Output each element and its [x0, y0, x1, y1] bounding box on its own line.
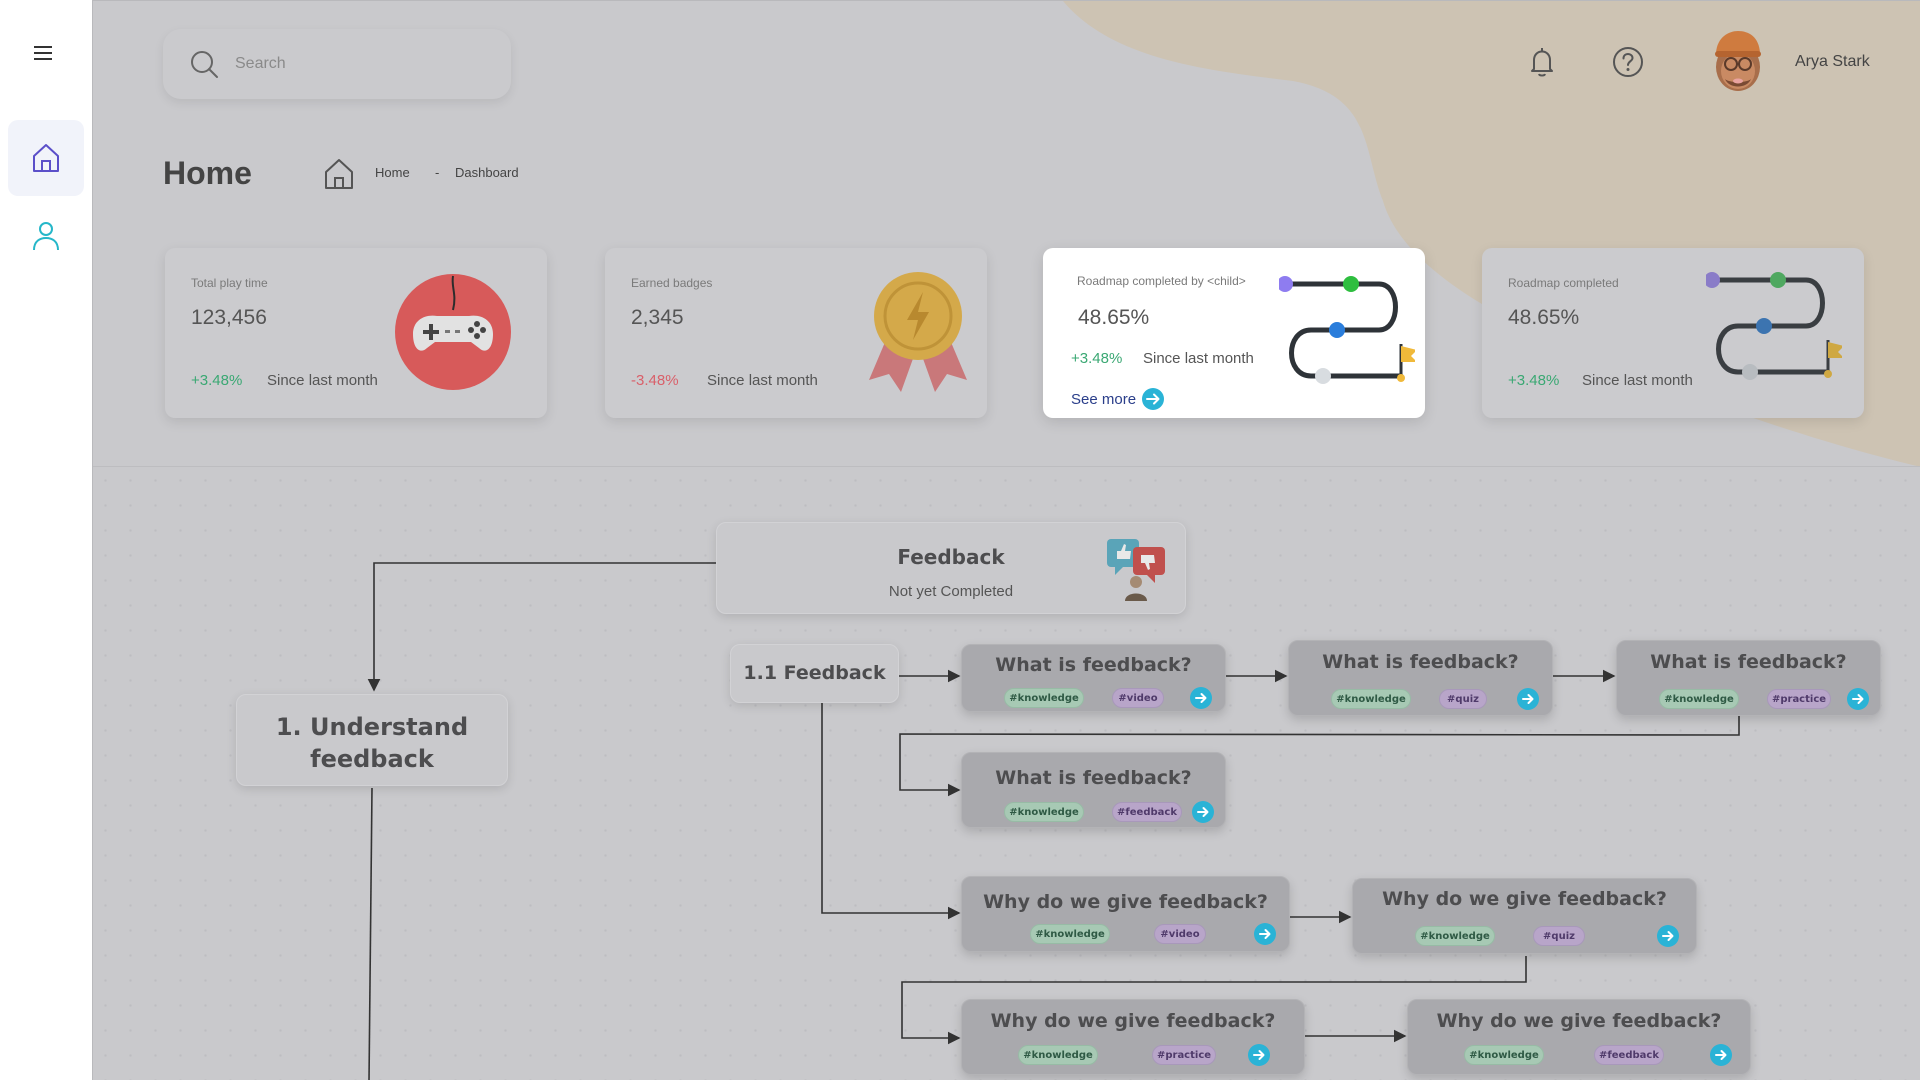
tag-type: #feedback: [1112, 802, 1182, 822]
chapter-title-line2: feedback: [310, 745, 434, 773]
lesson-title: What is feedback?: [995, 654, 1192, 676]
stat-since: Since last month: [267, 372, 378, 389]
stat-since: Since last month: [1582, 372, 1693, 389]
search-icon: [191, 51, 218, 78]
lesson-title: What is feedback?: [1322, 651, 1519, 673]
lesson-title: Why do we give feedback?: [1436, 1010, 1722, 1032]
go-arrow-icon[interactable]: [1192, 801, 1214, 823]
bell-icon[interactable]: [1525, 45, 1559, 79]
search-box[interactable]: [163, 29, 511, 99]
avatar[interactable]: [1707, 27, 1769, 99]
lesson-node[interactable]: What is feedback? #knowledge #practice: [1616, 640, 1881, 716]
breadcrumb-separator: -: [435, 165, 440, 180]
stat-value: 48.65%: [1508, 306, 1580, 329]
menu-icon[interactable]: [28, 42, 58, 68]
see-more-label: See more: [1071, 390, 1137, 408]
stat-change: +3.48%: [1508, 372, 1560, 389]
stat-change: +3.48%: [1071, 350, 1123, 367]
stat-since: Since last month: [1143, 350, 1254, 367]
lesson-node[interactable]: Why do we give feedback? #knowledge #fee…: [1407, 999, 1751, 1075]
stat-value: 123,456: [191, 306, 267, 329]
go-arrow-icon[interactable]: [1517, 688, 1539, 710]
sidebar-item-home[interactable]: [8, 120, 84, 196]
tag-type: #video: [1154, 924, 1206, 944]
stat-card-play-time: Total play time 123,456 +3.48% Since las…: [165, 248, 547, 418]
stat-card-badges: Earned badges 2,345 -3.48% Since last mo…: [605, 248, 987, 418]
sidebar-item-profile[interactable]: [8, 198, 84, 274]
user-icon: [33, 222, 59, 251]
breadcrumb-home[interactable]: Home: [375, 165, 410, 180]
go-arrow-icon[interactable]: [1710, 1044, 1732, 1066]
stat-value: 2,345: [631, 306, 684, 329]
tag-knowledge: #knowledge: [1415, 926, 1495, 946]
user-name[interactable]: Arya Stark: [1795, 53, 1870, 71]
go-arrow-icon[interactable]: [1847, 688, 1869, 710]
tag-type: #video: [1112, 688, 1164, 708]
lesson-node[interactable]: What is feedback? #knowledge #video: [961, 644, 1226, 712]
chapter-title-line1: 1. Understand: [275, 713, 469, 741]
home-icon: [33, 144, 59, 172]
chapter-node[interactable]: 1. Understand feedback: [236, 694, 508, 786]
go-arrow-icon[interactable]: [1657, 925, 1679, 947]
stat-card-roadmap: Roadmap completed 48.65% +3.48% Since la…: [1482, 248, 1864, 418]
roadmap-icon: [1706, 272, 1842, 380]
stat-change: +3.48%: [191, 372, 243, 389]
lesson-title: What is feedback?: [1650, 651, 1847, 673]
stat-label: Earned badges: [631, 276, 713, 290]
breadcrumb-home-icon[interactable]: [323, 157, 355, 191]
lesson-node[interactable]: Why do we give feedback? #knowledge #vid…: [961, 876, 1290, 952]
search-input[interactable]: [235, 55, 475, 73]
tag-type: #quiz: [1533, 926, 1585, 946]
gamepad-icon: [395, 274, 511, 390]
tag-type: #practice: [1767, 689, 1831, 709]
tag-knowledge: #knowledge: [1030, 924, 1110, 944]
go-arrow-icon[interactable]: [1248, 1044, 1270, 1066]
stat-card-child-roadmap: Roadmap completed by <child> 48.65% +3.4…: [1043, 248, 1425, 418]
lesson-title: Why do we give feedback?: [983, 891, 1268, 913]
lesson-node[interactable]: Why do we give feedback? #knowledge #pra…: [961, 999, 1305, 1075]
breadcrumb-current: Dashboard: [455, 165, 519, 180]
roadmap-canvas: Feedback Not yet Completed 1. Understand…: [93, 468, 1920, 1080]
tag-type: #feedback: [1594, 1045, 1664, 1065]
tag-knowledge: #knowledge: [1659, 689, 1739, 709]
page-title: Home: [163, 155, 252, 191]
lesson-title: Why do we give feedback?: [990, 1010, 1276, 1032]
tag-knowledge: #knowledge: [1004, 688, 1084, 708]
sidebar: [0, 0, 92, 1080]
go-arrow-icon[interactable]: [1190, 687, 1212, 709]
lesson-node[interactable]: Why do we give feedback? #knowledge #qui…: [1352, 878, 1697, 954]
lesson-node[interactable]: What is feedback? #knowledge #feedback: [961, 752, 1226, 828]
lesson-node[interactable]: What is feedback? #knowledge #quiz: [1288, 640, 1553, 716]
stat-since: Since last month: [707, 372, 818, 389]
arrow-right-icon: [1142, 388, 1165, 410]
feedback-icon: [1107, 539, 1165, 601]
tag-knowledge: #knowledge: [1004, 802, 1084, 822]
main-area: Arya Stark Home Home - Dashboard Total p…: [92, 0, 1920, 1080]
section-title: 1.1 Feedback: [743, 662, 886, 684]
roadmap-icon: [1279, 276, 1415, 384]
go-arrow-icon[interactable]: [1254, 923, 1276, 945]
section-node[interactable]: 1.1 Feedback: [730, 644, 899, 703]
stat-value: 48.65%: [1078, 306, 1150, 329]
help-icon[interactable]: [1611, 45, 1645, 79]
tag-type: #practice: [1152, 1045, 1216, 1065]
tag-knowledge: #knowledge: [1464, 1045, 1544, 1065]
lesson-title: What is feedback?: [995, 767, 1192, 789]
lesson-title: Why do we give feedback?: [1382, 888, 1667, 910]
tag-knowledge: #knowledge: [1331, 689, 1411, 709]
stat-label: Roadmap completed: [1508, 276, 1619, 290]
tag-knowledge: #knowledge: [1018, 1045, 1098, 1065]
stat-label: Total play time: [191, 276, 268, 290]
roadmap-root-node[interactable]: Feedback Not yet Completed: [716, 522, 1186, 614]
stat-change: -3.48%: [631, 372, 679, 389]
medal-icon: [869, 272, 967, 392]
see-more-link[interactable]: See more: [1071, 388, 1165, 410]
stat-label: Roadmap completed by <child>: [1077, 274, 1246, 288]
tag-type: #quiz: [1439, 689, 1487, 709]
